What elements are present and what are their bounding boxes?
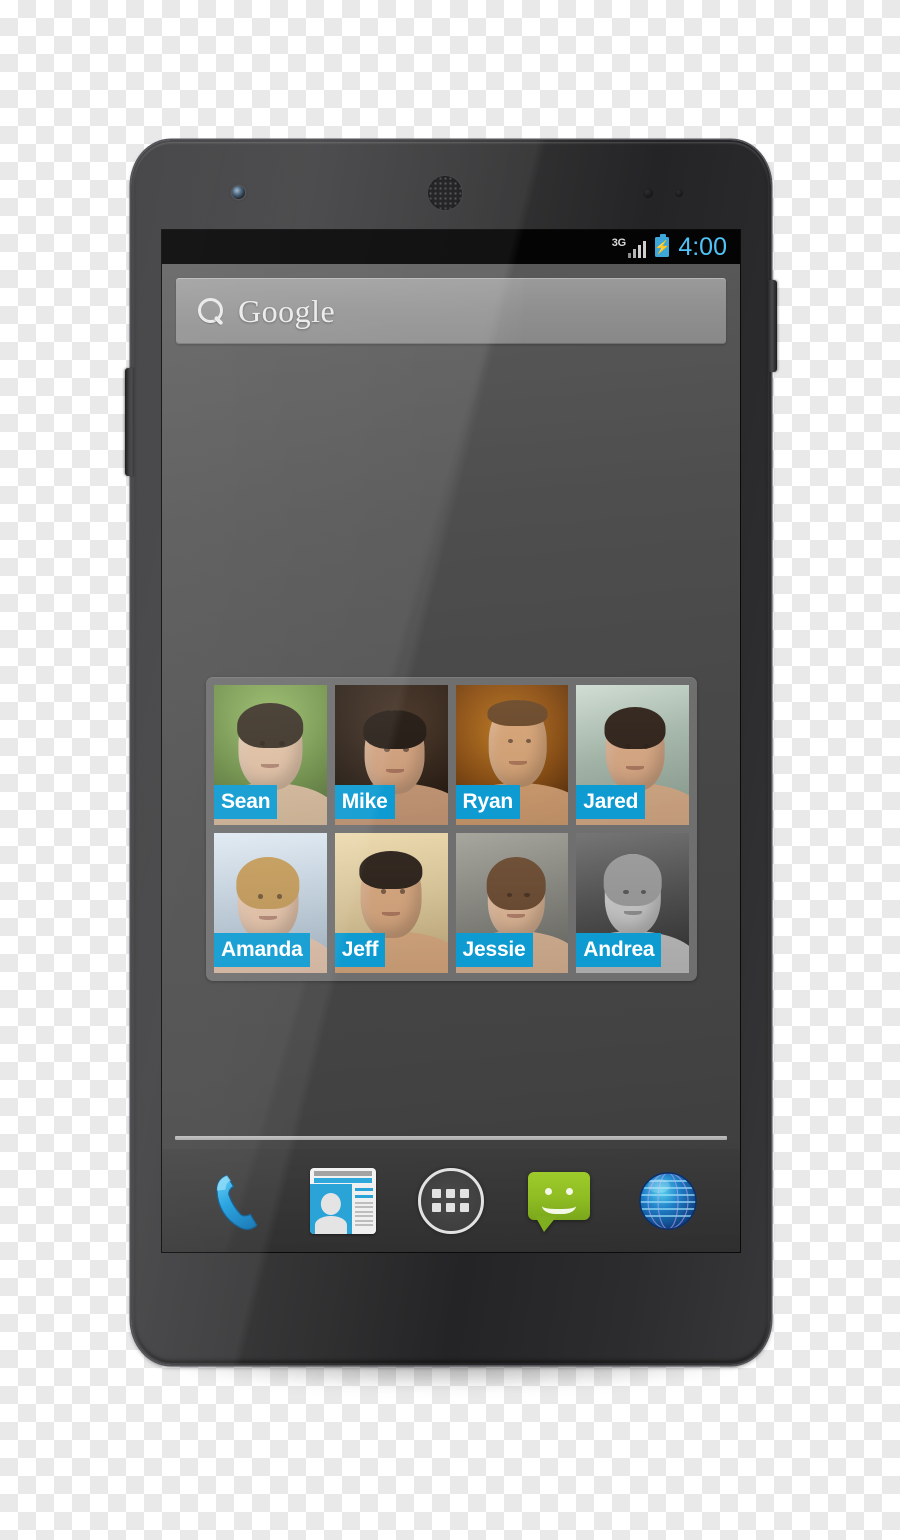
- search-icon: [198, 298, 224, 324]
- network-type-label: 3G: [611, 237, 626, 249]
- contacts-card-tab-top: [313, 1170, 372, 1176]
- contacts-card-tab-blue: [313, 1177, 372, 1183]
- contact-name-badge: Ryan: [455, 785, 521, 819]
- dock-item-app-drawer[interactable]: [417, 1167, 484, 1234]
- proximity-sensor-icon: [643, 188, 687, 198]
- browser-globe-icon: [639, 1171, 697, 1230]
- google-search-label: Google: [238, 293, 336, 329]
- smiley-mouth: [542, 1194, 577, 1214]
- contact-name-badge: Jared: [576, 785, 646, 819]
- avatar-head-icon: [320, 1192, 341, 1215]
- contacts-avatar-pane: [309, 1183, 352, 1234]
- contact-tile[interactable]: Jared: [576, 685, 689, 825]
- contact-tile[interactable]: Mike: [334, 685, 448, 825]
- power-button[interactable]: [768, 280, 777, 372]
- contact-name-badge: Mike: [334, 785, 395, 819]
- avatar-body-icon: [314, 1215, 347, 1234]
- dock-divider: [175, 1136, 727, 1140]
- drawer-dot: [460, 1189, 470, 1198]
- phone-screen: 3G ⚡ 4:00 Google Sean Mike Ryan Jared Am…: [162, 230, 740, 1252]
- status-bar-clock: 4:00: [678, 232, 727, 261]
- volume-rocker-button[interactable]: [125, 368, 134, 476]
- contacts-card-body: [309, 1183, 376, 1234]
- message-bubble-tail: [535, 1215, 558, 1232]
- contact-tile[interactable]: Jeff: [334, 833, 448, 973]
- contact-tile[interactable]: Amanda: [214, 833, 327, 973]
- drawer-dot: [432, 1203, 442, 1212]
- drawer-dot: [460, 1203, 470, 1212]
- phone-icon: [216, 1174, 258, 1230]
- battery-charging-icon: ⚡: [654, 234, 671, 257]
- dock-item-messaging[interactable]: [526, 1168, 592, 1234]
- google-search-widget[interactable]: Google: [176, 278, 726, 344]
- home-screen-wallpaper: Google Sean Mike Ryan Jared Amanda Jeff …: [162, 264, 740, 1252]
- drawer-dot: [446, 1203, 456, 1212]
- dock-bar: [162, 1149, 740, 1252]
- drawer-dot: [446, 1189, 456, 1198]
- contact-name-badge: Jessie: [455, 933, 533, 967]
- dock-item-people[interactable]: [309, 1167, 376, 1234]
- contact-name-badge: Sean: [214, 785, 278, 819]
- contacts-text-lines: [352, 1184, 376, 1234]
- signal-bars-icon: [627, 241, 647, 258]
- contact-tile[interactable]: Sean: [214, 685, 327, 825]
- signal-indicator: 3G: [612, 236, 647, 258]
- contact-name-badge: Amanda: [214, 933, 310, 967]
- phone-device: 3G ⚡ 4:00 Google Sean Mike Ryan Jared Am…: [125, 140, 777, 1365]
- status-bar: 3G ⚡ 4:00: [162, 230, 740, 264]
- contact-tile[interactable]: Jessie: [455, 833, 569, 973]
- contact-name-badge: Andrea: [576, 933, 662, 967]
- front-camera-icon: [232, 186, 245, 199]
- contact-tile[interactable]: Andrea: [576, 833, 689, 973]
- earpiece-speaker-icon: [428, 176, 462, 210]
- contact-name-badge: Jeff: [334, 933, 386, 967]
- dock-item-phone[interactable]: [201, 1168, 267, 1234]
- drawer-dot: [432, 1189, 442, 1198]
- contacts-grid-widget[interactable]: Sean Mike Ryan Jared Amanda Jeff Jessie …: [206, 677, 697, 981]
- dock-item-browser[interactable]: [635, 1168, 701, 1234]
- charging-bolt-icon: ⚡: [654, 239, 671, 255]
- contact-tile[interactable]: Ryan: [455, 685, 569, 825]
